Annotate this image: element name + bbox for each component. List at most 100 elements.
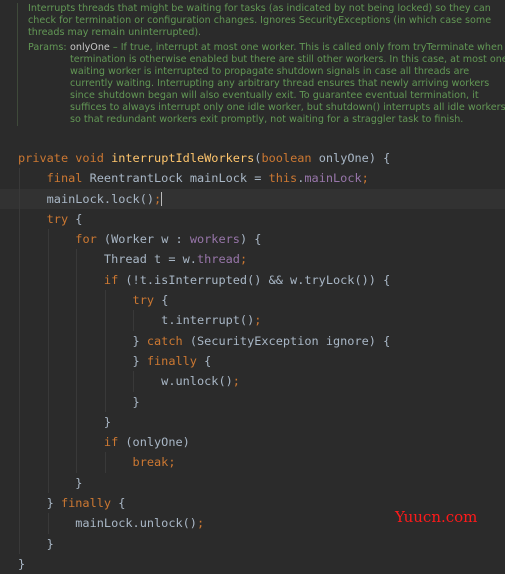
- code-token: w.unlock(): [18, 374, 233, 389]
- indent-guide: [47, 229, 49, 250]
- code-line[interactable]: try {: [0, 208, 505, 230]
- code-line[interactable]: w.unlock();: [0, 371, 505, 392]
- indent-guide: [19, 391, 20, 412]
- indent-guide: [19, 411, 20, 433]
- indent-guide: [19, 229, 20, 250]
- keyword-token: catch: [146, 333, 190, 348]
- code-line[interactable]: }: [0, 554, 505, 574]
- code-token: (!t.isInterrupted() && w.tryLock()) {: [125, 272, 391, 287]
- indent-guide: [19, 330, 20, 351]
- code-token: (SecurityException ignore) {: [189, 333, 391, 348]
- doc-summary: Interrupts threads that might be waiting…: [28, 3, 492, 38]
- code-line[interactable]: Thread t = w.thread;: [0, 249, 505, 270]
- indent-guide: [104, 350, 106, 372]
- code-token: {: [75, 211, 83, 226]
- indent-guide: [47, 330, 49, 351]
- indent-guide: [104, 452, 106, 473]
- code-line[interactable]: try {: [0, 290, 505, 311]
- code-token: }: [18, 394, 140, 409]
- indent-guide: [47, 310, 49, 331]
- code-line[interactable]: break;: [0, 452, 505, 473]
- indent-guide: [104, 330, 106, 351]
- indent-guide: [19, 290, 20, 311]
- indent-guide: [76, 371, 78, 392]
- indent-guide: [47, 411, 49, 433]
- param-name: onlyOne: [70, 42, 110, 53]
- code-line[interactable]: } finally {: [0, 350, 505, 372]
- code-line[interactable]: }: [0, 472, 505, 494]
- watermark: Yuucn.com: [395, 508, 478, 526]
- keyword-token: ;: [232, 374, 240, 389]
- doc-params: Params: onlyOne – If true, interrupt at …: [28, 42, 505, 126]
- indent-guide: [133, 371, 135, 392]
- code-token: }: [18, 556, 26, 571]
- code-line[interactable]: for (Worker w : workers) {: [0, 229, 505, 250]
- keyword-token: ;: [196, 516, 205, 531]
- keyword-token: private void: [18, 151, 112, 165]
- code-token: }: [18, 353, 147, 368]
- code-line[interactable]: }: [0, 533, 505, 554]
- params-label: Params:: [28, 42, 67, 53]
- indent-guide: [19, 432, 20, 453]
- code-token: Thread t = w.: [18, 252, 197, 267]
- indent-guide: [19, 533, 20, 554]
- indent-guide: [76, 411, 78, 433]
- text-caret: [161, 192, 163, 207]
- code-token: }: [18, 475, 83, 490]
- indent-guide: [19, 472, 20, 494]
- code-token: }: [18, 536, 54, 551]
- indent-guide: [47, 350, 49, 372]
- indent-guide: [76, 350, 78, 372]
- keyword-token: ;: [239, 252, 248, 267]
- code-token: }: [18, 414, 112, 429]
- indent-guide: [19, 493, 20, 514]
- code-line[interactable]: }: [0, 411, 505, 433]
- field-token: mainLock: [304, 171, 362, 186]
- indent-guide: [76, 330, 78, 351]
- indent-guide: [104, 290, 106, 311]
- indent-guide: [19, 188, 20, 209]
- keyword-token: finally: [146, 353, 205, 368]
- code-line[interactable]: }: [0, 391, 505, 412]
- indent-guide: [47, 391, 49, 412]
- code-token: mainLock.lock(): [18, 191, 155, 206]
- indent-guide: [76, 310, 78, 331]
- code-token: mainLock.unlock(): [18, 516, 197, 531]
- code-line[interactable]: } catch (SecurityException ignore) {: [0, 330, 505, 351]
- indent-guide: [47, 513, 49, 534]
- code-line[interactable]: final ReentrantLock mainLock = this.main…: [0, 168, 505, 189]
- indent-guide: [19, 249, 20, 270]
- indent-guide: [47, 290, 49, 311]
- indent-guide: [19, 269, 20, 291]
- javadoc-popup: Interrupts threads that might be waiting…: [17, 3, 505, 126]
- keyword-token: this: [268, 171, 298, 186]
- keyword-token: try: [132, 293, 162, 308]
- keyword-token: ;: [254, 313, 262, 328]
- indent-guide: [19, 208, 20, 230]
- keyword-token: ;: [361, 171, 369, 186]
- code-line[interactable]: mainLock.lock();: [0, 188, 505, 209]
- indent-guide: [47, 249, 49, 270]
- field-token: workers: [189, 232, 240, 247]
- code-token: (Worker w :: [103, 232, 190, 247]
- code-token: ReentrantLock mainLock =: [89, 171, 269, 186]
- indent-guide: [76, 269, 78, 291]
- code-token: {: [204, 353, 212, 368]
- indent-guide: [133, 310, 135, 331]
- code-token: {: [118, 496, 126, 511]
- indent-guide: [76, 432, 78, 453]
- indent-guide: [19, 513, 20, 534]
- indent-guide: [76, 391, 78, 412]
- indent-guide: [47, 472, 49, 494]
- keyword-token: try: [46, 211, 76, 226]
- param-text: onlyOne – If true, interrupt at most one…: [70, 42, 505, 126]
- code-line[interactable]: if (!t.isInterrupted() && w.tryLock()) {: [0, 269, 505, 291]
- keyword-token: if: [103, 272, 126, 287]
- code-line[interactable]: t.interrupt();: [0, 310, 505, 331]
- code-line[interactable]: private void interruptIdleWorkers(boolea…: [0, 148, 505, 168]
- indent-guide: [76, 452, 78, 473]
- code-line[interactable]: if (onlyOne): [0, 432, 505, 453]
- keyword-token: for: [75, 232, 104, 247]
